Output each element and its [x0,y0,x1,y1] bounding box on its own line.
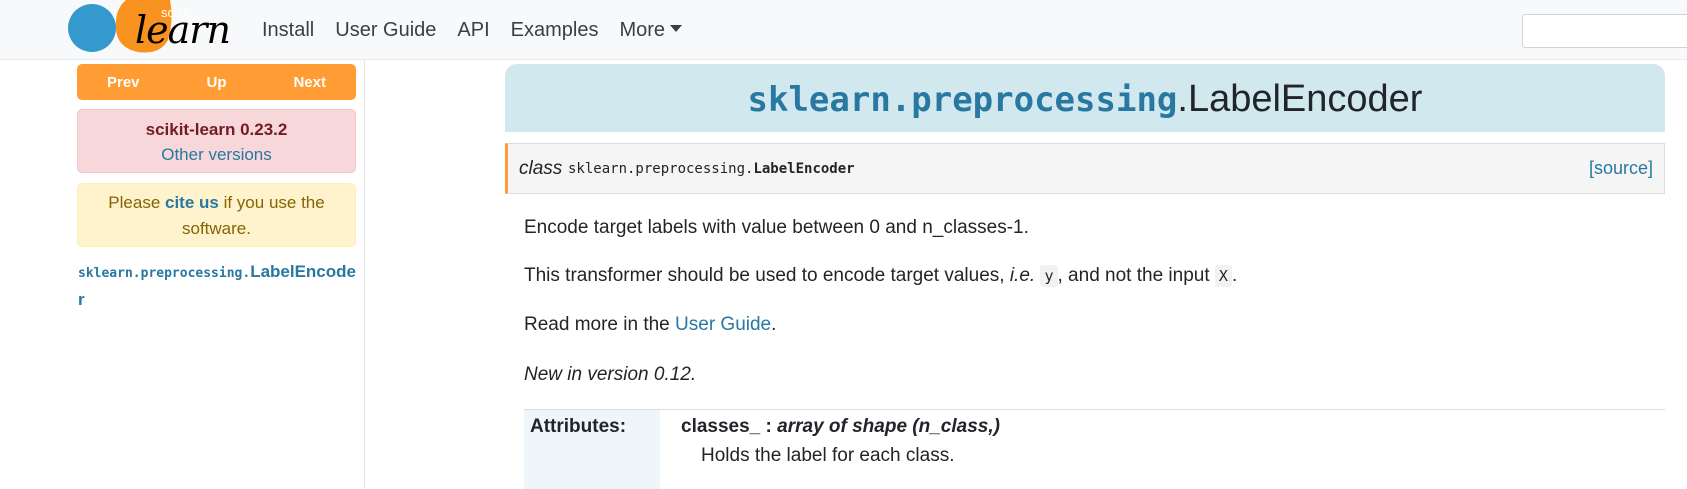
logo-text-large: learn [135,8,231,52]
version-box: scikit-learn 0.23.2 Other versions [77,109,356,173]
title-module: sklearn.preprocessing [747,80,1178,120]
para2-mid: , and not the input [1057,265,1215,286]
chevron-down-icon [670,24,683,32]
code-y: y [1040,265,1058,287]
cite-prefix: Please [108,193,165,212]
toc-module: sklearn.preprocessing. [78,266,251,281]
version-added-note: New in version 0.12. [524,364,697,385]
user-guide-link[interactable]: User Guide [675,314,771,335]
para3-after: . [771,314,777,335]
description-para-2: This transformer should be used to encod… [524,265,1237,287]
title-class: .LabelEncoder [1177,78,1423,120]
attributes-table: Attributes: classes_ : array of shape (n… [524,409,1665,489]
nav-examples[interactable]: Examples [511,19,599,42]
attributes-header: Attributes: [530,416,627,437]
nav-more-label: More [619,18,666,41]
attributes-header-cell: Attributes: [524,410,660,489]
sig-module: sklearn.preprocessing. [568,161,754,177]
up-button[interactable]: Up [207,74,227,91]
sig-name: LabelEncoder [753,161,855,177]
sig-qualname: sklearn.preprocessing.LabelEncoder [568,161,855,177]
para2-ie: i.e. [1009,265,1036,286]
related-navigation: Prev Up Next [77,64,356,100]
attribute-signature: classes_ : array of shape (n_class,) [681,416,1000,438]
prev-button[interactable]: Prev [107,74,140,91]
cite-us-link[interactable]: cite us [165,193,219,212]
class-signature: class sklearn.preprocessing.LabelEncoder… [505,143,1665,194]
description-para-1: Encode target labels with value between … [524,217,1029,238]
para2-before: This transformer should be used to encod… [524,265,1010,286]
sig-keyword: class [519,158,563,179]
para2-end: . [1231,265,1238,286]
sidebar: Prev Up Next scikit-learn 0.23.2 Other v… [0,60,365,488]
para3-before: Read more in the [524,314,676,335]
source-link[interactable]: [source] [1589,158,1653,179]
cite-box: Please cite us if you use the software. [77,183,356,247]
nav-api[interactable]: API [457,19,489,42]
attribute-type: array of shape (n_class,) [777,416,1000,437]
next-button[interactable]: Next [293,74,326,91]
search-input[interactable] [1522,14,1687,48]
toc-link-labelencoder[interactable]: sklearn.preprocessing.LabelEncoder [78,259,356,313]
version-title: scikit-learn 0.23.2 [145,120,288,139]
nav-user-guide[interactable]: User Guide [335,19,436,42]
page-title-text: sklearn.preprocessing.LabelEncoder [505,78,1665,121]
nav-install[interactable]: Install [262,19,314,42]
attribute-separator: : [760,416,778,437]
description-para-3: Read more in the User Guide. [524,314,776,336]
nav-more-dropdown[interactable]: More [619,18,683,42]
navbar: scikit learn Install User Guide API Exam… [0,0,1687,60]
scikit-learn-logo[interactable]: scikit learn [68,0,233,60]
page-title: sklearn.preprocessing.LabelEncoder [505,64,1665,132]
attribute-name: classes_ [681,416,761,437]
nav-links: Install User Guide API Examples More [262,0,703,60]
other-versions-link[interactable]: Other versions [78,145,355,165]
attribute-description: Holds the label for each class. [701,445,955,466]
code-x: X [1214,265,1232,287]
